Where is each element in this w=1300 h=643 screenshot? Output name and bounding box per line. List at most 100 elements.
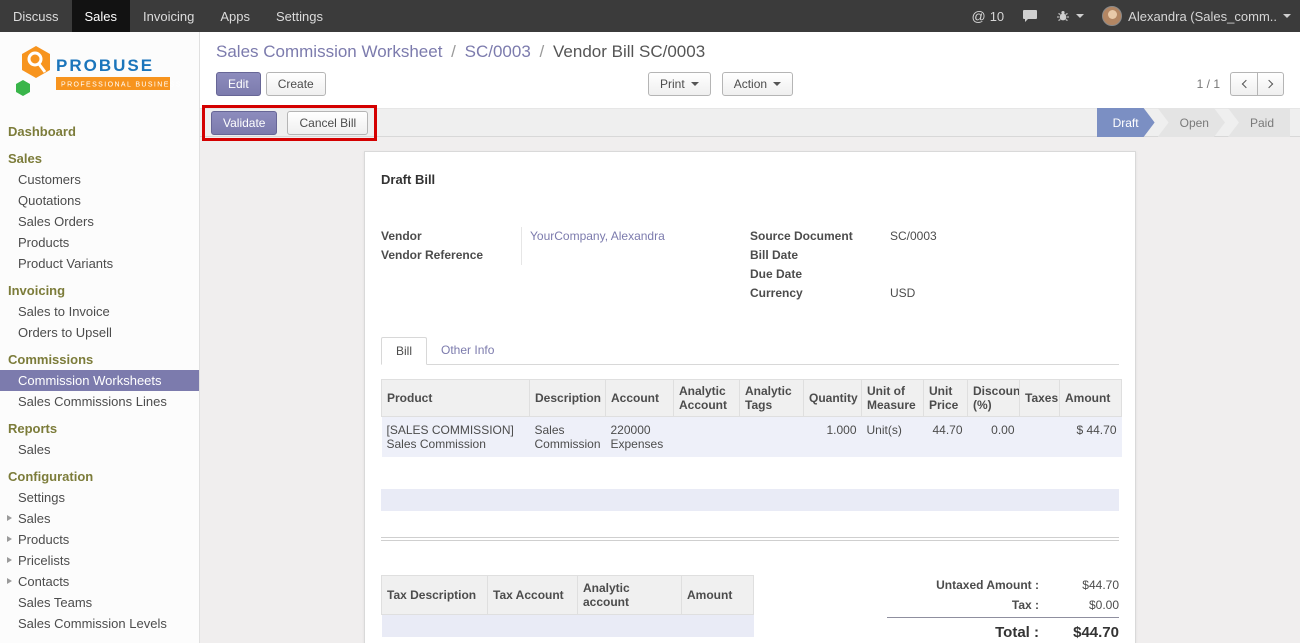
- vendor-value-link[interactable]: YourCompany, Alexandra: [530, 229, 665, 243]
- form-sheet: Draft Bill Vendor YourCompany, Alexandra…: [364, 151, 1136, 643]
- menu-settings[interactable]: Settings: [263, 0, 336, 32]
- sidebar-item-sales-commissions-lines[interactable]: Sales Commissions Lines: [0, 391, 199, 412]
- col-analytic-account: Analytic Account: [674, 380, 740, 417]
- bill-date-label: Bill Date: [750, 246, 890, 265]
- tax-header-row: Tax Description Tax Account Analytic acc…: [382, 576, 754, 615]
- menu-invoicing[interactable]: Invoicing: [130, 0, 207, 32]
- user-name: Alexandra (Sales_comm..: [1128, 9, 1277, 24]
- menu-apps[interactable]: Apps: [207, 0, 263, 32]
- source-document-label: Source Document: [750, 227, 890, 246]
- sidebar-section-configuration[interactable]: Configuration: [0, 465, 199, 487]
- lines-header-row: Product Description Account Analytic Acc…: [382, 380, 1122, 417]
- logo-subtitle: PROFESSIONAL BUSINESS: [61, 82, 182, 89]
- breadcrumb: Sales Commission Worksheet / SC/0003 / V…: [216, 41, 1284, 63]
- col-unit-of-measure: Unit of Measure: [862, 380, 924, 417]
- total-label: Total :: [995, 624, 1039, 641]
- menu-discuss[interactable]: Discuss: [0, 0, 72, 32]
- sidebar-item-config-sales[interactable]: Sales: [0, 508, 199, 529]
- user-menu[interactable]: Alexandra (Sales_comm..: [1093, 0, 1300, 32]
- sidebar-section-dashboard[interactable]: Dashboard: [0, 120, 199, 142]
- tab-other-info[interactable]: Other Info: [427, 337, 508, 365]
- untaxed-amount-label: Untaxed Amount :: [936, 578, 1039, 592]
- vendor-label: Vendor: [381, 227, 521, 246]
- col-analytic-tags: Analytic Tags: [740, 380, 804, 417]
- mention-counter-button[interactable]: @ 10: [962, 0, 1013, 32]
- validate-button[interactable]: Validate: [211, 111, 277, 135]
- col-tax-description: Tax Description: [382, 576, 488, 615]
- col-description: Description: [530, 380, 606, 417]
- sidebar-section-commissions[interactable]: Commissions: [0, 348, 199, 370]
- sidebar-item-sales-orders[interactable]: Sales Orders: [0, 211, 199, 232]
- sidebar-section-invoicing[interactable]: Invoicing: [0, 279, 199, 301]
- state-paid[interactable]: Paid: [1228, 108, 1290, 137]
- sidebar-item-config-pricelists[interactable]: Pricelists: [0, 550, 199, 571]
- cell-quantity: 1.000: [804, 417, 862, 458]
- sidebar-item-label: Pricelists: [18, 553, 70, 568]
- invoice-line-row[interactable]: [SALES COMMISSION] Sales Commission Sale…: [382, 417, 1122, 458]
- tab-bill[interactable]: Bill: [381, 337, 427, 365]
- sidebar-item-orders-to-upsell[interactable]: Orders to Upsell: [0, 322, 199, 343]
- breadcrumb-separator: /: [540, 42, 545, 61]
- vendor-reference-value: [521, 246, 750, 265]
- source-document-value: SC/0003: [890, 227, 1119, 246]
- sidebar-item-product-variants[interactable]: Product Variants: [0, 253, 199, 274]
- pager-next-button[interactable]: [1257, 72, 1284, 96]
- pager-buttons: [1230, 72, 1284, 96]
- tax-and-totals: Tax Description Tax Account Analytic acc…: [381, 575, 1119, 643]
- annotation-red-box: Validate Cancel Bill: [202, 105, 377, 141]
- total-value: $44.70: [1039, 624, 1119, 641]
- totals: Untaxed Amount : $44.70 Tax : $0.00 Tota…: [887, 575, 1119, 643]
- sidebar-item-customers[interactable]: Customers: [0, 169, 199, 190]
- empty-line-stripe: [381, 489, 1119, 511]
- section-separator: [381, 537, 1119, 541]
- invoice-lines-table: Product Description Account Analytic Acc…: [381, 379, 1122, 457]
- logo-hexagon: [22, 46, 50, 78]
- cell-description: Sales Commission: [530, 417, 606, 458]
- cell-account: 220000 Expenses: [606, 417, 674, 458]
- col-unit-price: Unit Price: [924, 380, 968, 417]
- expand-arrow-icon: [7, 515, 12, 521]
- at-icon: @: [971, 8, 985, 24]
- breadcrumb-sc0003-link[interactable]: SC/0003: [465, 42, 531, 61]
- state-open[interactable]: Open: [1158, 108, 1225, 137]
- sidebar-item-commission-worksheets[interactable]: Commission Worksheets: [0, 370, 199, 391]
- field-group: Vendor YourCompany, Alexandra Vendor Ref…: [381, 227, 1119, 303]
- sidebar-item-reports-sales[interactable]: Sales: [0, 439, 199, 460]
- action-menu-button[interactable]: Action: [722, 72, 793, 96]
- sidebar-item-quotations[interactable]: Quotations: [0, 190, 199, 211]
- bill-date-value: [890, 246, 1119, 265]
- sidebar-item-config-contacts[interactable]: Contacts: [0, 571, 199, 592]
- vendor-reference-label: Vendor Reference: [381, 246, 521, 265]
- cell-unit-price: 44.70: [924, 417, 968, 458]
- sidebar-item-sales-to-invoice[interactable]: Sales to Invoice: [0, 301, 199, 322]
- chevron-down-icon: [773, 82, 781, 86]
- print-menu-button[interactable]: Print: [648, 72, 711, 96]
- menu-sales[interactable]: Sales: [72, 0, 131, 32]
- breadcrumb-worksheet-link[interactable]: Sales Commission Worksheet: [216, 42, 442, 61]
- sidebar-section-sales[interactable]: Sales: [0, 147, 199, 169]
- sidebar-section-reports[interactable]: Reports: [0, 417, 199, 439]
- create-button[interactable]: Create: [266, 72, 326, 96]
- sidebar-item-products[interactable]: Products: [0, 232, 199, 253]
- chevron-down-icon: [691, 82, 699, 86]
- col-taxes: Taxes: [1020, 380, 1060, 417]
- sidebar-item-sales-teams[interactable]: Sales Teams: [0, 592, 199, 613]
- logo-hexagon-small: [16, 80, 30, 96]
- debug-menu-button[interactable]: [1047, 0, 1093, 32]
- sidebar-item-config-products[interactable]: Products: [0, 529, 199, 550]
- company-logo: PROBUSE PROFESSIONAL BUSINESS: [0, 32, 199, 115]
- sidebar-item-settings[interactable]: Settings: [0, 487, 199, 508]
- due-date-value: [890, 265, 1119, 284]
- sidebar-item-sales-commission-levels[interactable]: Sales Commission Levels: [0, 613, 199, 634]
- col-amount: Amount: [1060, 380, 1122, 417]
- logo-title: PROBUSE: [56, 56, 154, 75]
- cell-amount: $ 44.70: [1060, 417, 1122, 458]
- pager: 1 / 1: [1197, 72, 1284, 96]
- sidebar: PROBUSE PROFESSIONAL BUSINESS Dashboard …: [0, 32, 200, 643]
- tax-lines: Tax Description Tax Account Analytic acc…: [381, 575, 753, 643]
- cancel-bill-button[interactable]: Cancel Bill: [287, 111, 368, 135]
- messages-button[interactable]: [1013, 0, 1047, 32]
- tax-value: $0.00: [1039, 598, 1119, 612]
- edit-button[interactable]: Edit: [216, 72, 261, 96]
- pager-previous-button[interactable]: [1230, 72, 1257, 96]
